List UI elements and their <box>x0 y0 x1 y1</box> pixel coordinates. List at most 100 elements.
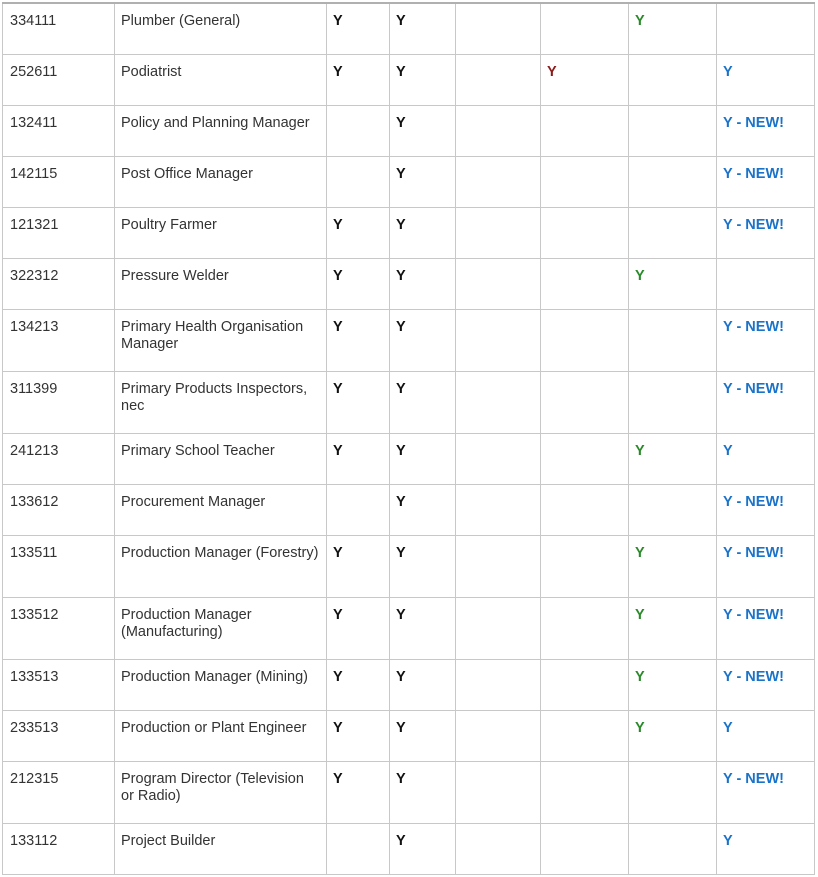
col-e-flag: Y <box>635 719 645 736</box>
occupation-name: Post Office Manager <box>114 155 327 208</box>
col-f-flag-cell: Y - NEW! <box>716 104 815 157</box>
col-d-flag-cell <box>540 822 629 875</box>
col-e-flag: Y <box>635 13 645 29</box>
col-b-flag-cell: Y <box>389 822 456 875</box>
col-c-flag-cell <box>455 370 541 434</box>
col-f-flag: Y - NEW! <box>723 606 784 623</box>
col-f-flag: Y <box>723 719 733 736</box>
col-a-flag: Y <box>333 544 343 561</box>
col-d-flag-cell <box>540 432 629 485</box>
col-b-flag-cell: Y <box>389 370 456 434</box>
col-a-flag-cell: Y <box>326 2 390 55</box>
col-b-flag: Y <box>396 13 406 29</box>
occupation-name: Program Director (Television or Radio) <box>114 760 327 824</box>
table-row: 121321 Poultry Farmer Y Y Y - NEW! <box>2 206 815 259</box>
col-f-flag: Y <box>723 63 733 80</box>
occupation-name: Plumber (General) <box>114 2 327 55</box>
table-row: 133513 Production Manager (Mining) Y Y Y Y - … <box>2 658 815 711</box>
col-e-flag-cell <box>628 822 717 875</box>
col-e-flag-cell <box>628 760 717 824</box>
col-d-flag-cell <box>540 206 629 259</box>
col-a-flag-cell <box>326 822 390 875</box>
table-row: 133612 Procurement Manager Y Y - NEW! <box>2 483 815 536</box>
col-f-flag-cell: Y - NEW! <box>716 658 815 711</box>
col-b-flag-cell: Y <box>389 104 456 157</box>
col-c-flag-cell <box>455 257 541 310</box>
col-a-flag-cell: Y <box>326 760 390 824</box>
occupation-code: 233513 <box>2 709 115 762</box>
col-e-flag-cell <box>628 155 717 208</box>
col-a-flag: Y <box>333 442 343 459</box>
col-f-flag: Y - NEW! <box>723 114 784 131</box>
col-c-flag-cell <box>455 155 541 208</box>
col-a-flag-cell: Y <box>326 53 390 106</box>
occupation-name: Primary Products Inspectors, nec <box>114 370 327 434</box>
table-row: 134213 Primary Health Organisation Manage… <box>2 308 815 372</box>
col-b-flag: Y <box>396 442 406 459</box>
col-e-flag-cell: Y <box>628 432 717 485</box>
col-d-flag-cell <box>540 155 629 208</box>
occupation-name: Primary Health Organisation Manager <box>114 308 327 372</box>
occupation-name: Podiatrist <box>114 53 327 106</box>
col-b-flag: Y <box>396 493 406 510</box>
occupation-code: 133512 <box>2 596 115 660</box>
col-b-flag-cell: Y <box>389 2 456 55</box>
col-a-flag-cell: Y <box>326 596 390 660</box>
col-b-flag: Y <box>396 114 406 131</box>
occupation-code: 322312 <box>2 257 115 310</box>
occupation-code: 133511 <box>2 534 115 598</box>
page: { "table": { "rows": [ {"code": "334111"… <box>0 0 818 877</box>
col-a-flag-cell: Y <box>326 432 390 485</box>
col-a-flag-cell: Y <box>326 658 390 711</box>
col-a-flag-cell: Y <box>326 308 390 372</box>
col-a-flag: Y <box>333 380 343 397</box>
col-a-flag: Y <box>333 267 343 284</box>
col-a-flag-cell: Y <box>326 257 390 310</box>
col-e-flag: Y <box>635 606 645 623</box>
table-row: 334111 Plumber (General) Y Y Y <box>2 2 815 55</box>
col-f-flag: Y - NEW! <box>723 493 784 510</box>
col-b-flag: Y <box>396 770 406 787</box>
col-a-flag: Y <box>333 719 343 736</box>
col-a-flag: Y <box>333 216 343 233</box>
col-b-flag: Y <box>396 318 406 335</box>
col-b-flag: Y <box>396 606 406 623</box>
occupation-code: 121321 <box>2 206 115 259</box>
col-b-flag-cell: Y <box>389 53 456 106</box>
occupation-name: Procurement Manager <box>114 483 327 536</box>
col-b-flag: Y <box>396 216 406 233</box>
col-b-flag-cell: Y <box>389 658 456 711</box>
table-row: 133512 Production Manager (Manufacturing)… <box>2 596 815 660</box>
table-row: 133511 Production Manager (Forestry) Y Y Y Y … <box>2 534 815 598</box>
col-f-flag-cell: Y <box>716 709 815 762</box>
col-e-flag-cell <box>628 308 717 372</box>
table-row: 311399 Primary Products Inspectors, nec Y Y… <box>2 370 815 434</box>
col-c-flag-cell <box>455 709 541 762</box>
col-f-flag: Y - NEW! <box>723 216 784 233</box>
col-b-flag-cell: Y <box>389 483 456 536</box>
col-a-flag: Y <box>333 770 343 787</box>
occupation-code: 132411 <box>2 104 115 157</box>
col-b-flag-cell: Y <box>389 596 456 660</box>
occupation-name: Primary School Teacher <box>114 432 327 485</box>
col-c-flag-cell <box>455 483 541 536</box>
table-row: 252611 Podiatrist Y Y Y Y <box>2 53 815 106</box>
col-c-flag-cell <box>455 308 541 372</box>
col-c-flag-cell <box>455 534 541 598</box>
col-a-flag-cell: Y <box>326 206 390 259</box>
col-d-flag-cell <box>540 658 629 711</box>
col-f-flag-cell: Y <box>716 822 815 875</box>
table-body: 334111 Plumber (General) Y Y Y 252611 Podiatri… <box>2 2 815 875</box>
occupation-name: Production Manager (Forestry) <box>114 534 327 598</box>
col-d-flag-cell <box>540 760 629 824</box>
col-a-flag-cell <box>326 104 390 157</box>
col-f-flag-cell: Y - NEW! <box>716 483 815 536</box>
occupation-code: 133612 <box>2 483 115 536</box>
col-f-flag-cell: Y - NEW! <box>716 370 815 434</box>
col-a-flag-cell: Y <box>326 709 390 762</box>
col-e-flag-cell <box>628 483 717 536</box>
col-f-flag-cell: Y - NEW! <box>716 760 815 824</box>
table-row: 142115 Post Office Manager Y Y - NEW! <box>2 155 815 208</box>
occupation-code: 311399 <box>2 370 115 434</box>
col-b-flag-cell: Y <box>389 534 456 598</box>
